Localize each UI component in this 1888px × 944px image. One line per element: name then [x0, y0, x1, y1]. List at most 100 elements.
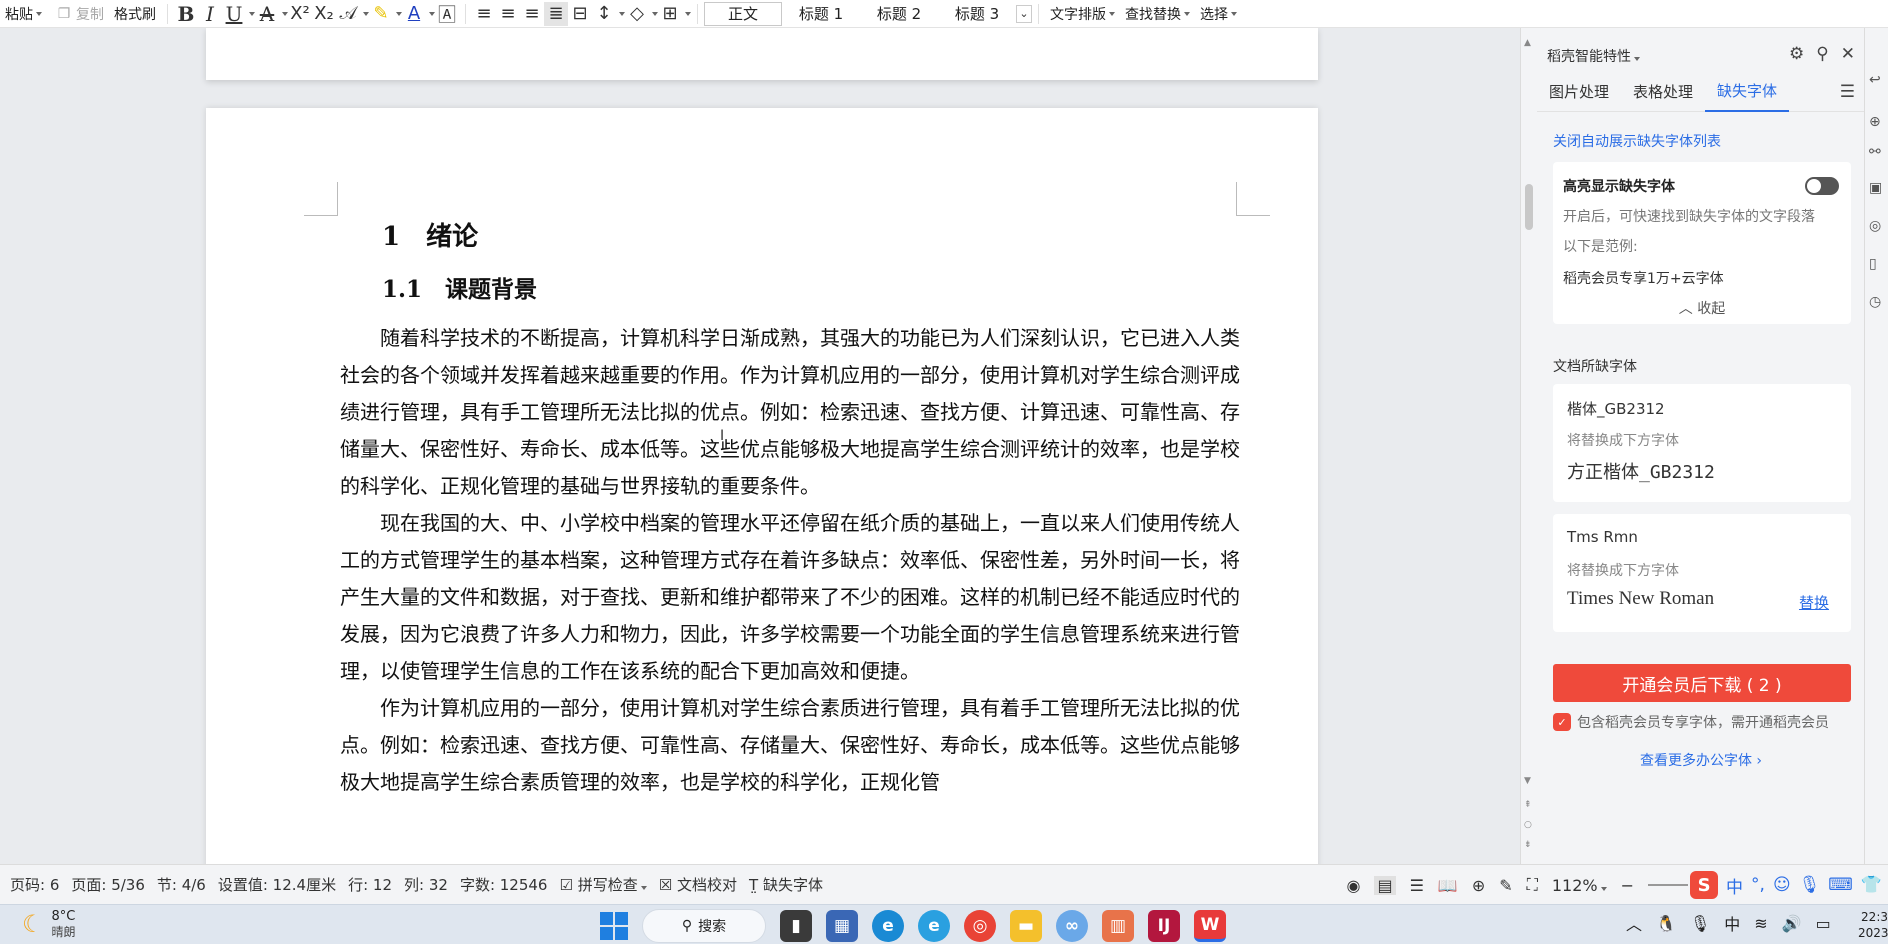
styles-more-icon[interactable]: ⌄	[1016, 4, 1032, 23]
heading-2[interactable]: 1.1 课题背景	[382, 270, 537, 304]
weather-widget[interactable]: ☾ 8°C 晴朗	[22, 909, 76, 939]
collapse-button[interactable]: ︿ 收起	[1553, 298, 1851, 318]
char-border-icon[interactable]: 🄰	[435, 2, 459, 26]
select-button[interactable]: 选择	[1195, 2, 1242, 26]
prev-page-icon[interactable]: ⇞	[1524, 800, 1532, 810]
edge-icon[interactable]: e	[872, 910, 904, 942]
file-explorer-icon[interactable]: ▬	[1010, 910, 1042, 942]
tab-missing-font[interactable]: 缺失字体	[1705, 72, 1790, 112]
punctuation-icon[interactable]: °,	[1751, 875, 1765, 895]
zoom-level[interactable]: 112%	[1552, 876, 1607, 895]
font-card[interactable]: Tms Rmn 将替换成下方字体 Times New Roman 替换	[1553, 514, 1851, 632]
spell-check-button[interactable]: ☑ 拼写检查	[553, 874, 652, 895]
style-normal[interactable]: 正文	[704, 1, 782, 26]
outline-view-icon[interactable]: ☰	[1410, 876, 1424, 895]
page-indicator[interactable]: 页面: 5/36	[65, 874, 151, 895]
chevron-down-icon[interactable]	[685, 11, 691, 16]
style-heading-2[interactable]: 标题 2	[860, 2, 938, 26]
tab-image-processing[interactable]: 图片处理	[1537, 72, 1621, 112]
select-browse-icon[interactable]: ○	[1524, 820, 1532, 830]
word-count[interactable]: 字数: 12546	[454, 874, 554, 895]
ime-tray-icon[interactable]: 中	[1724, 911, 1740, 935]
emoji-icon[interactable]: ☺	[1773, 875, 1791, 895]
ime-lang[interactable]: 中	[1726, 873, 1743, 898]
page-view-icon[interactable]: ▤	[1374, 875, 1396, 895]
wps-writer-icon[interactable]: W	[1194, 910, 1226, 942]
scroll-up-icon[interactable]: ▲	[1524, 38, 1531, 48]
zoom-out-icon[interactable]: −	[1621, 876, 1634, 895]
page-code[interactable]: 页码: 6	[0, 874, 65, 895]
tab-table-processing[interactable]: 表格处理	[1621, 72, 1705, 112]
paragraph[interactable]: 作为计算机应用的一部分，使用计算机对学生综合素质进行管理，具有着手工管理所无法比…	[340, 690, 1240, 801]
style-heading-1[interactable]: 标题 1	[782, 2, 860, 26]
font-card[interactable]: 楷体_GB2312 将替换成下方字体 方正楷体_GB2312	[1553, 384, 1851, 502]
mic-icon[interactable]: 🎙	[1690, 914, 1710, 933]
highlight-toggle[interactable]	[1805, 177, 1839, 195]
web-view-icon[interactable]: ⊕	[1472, 876, 1485, 895]
scrollbar-thumb[interactable]	[1525, 184, 1533, 230]
style-heading-3[interactable]: 标题 3	[938, 2, 1016, 26]
clock[interactable]: 22:3 2023/1	[1858, 909, 1888, 941]
windows-start-icon[interactable]	[600, 912, 628, 940]
next-page-icon[interactable]: ⇟	[1524, 840, 1532, 850]
keyboard-icon[interactable]: ⌨	[1828, 875, 1853, 895]
document-scrollbar[interactable]: ▲ ▼ ⇞ ○ ⇟	[1521, 38, 1535, 858]
align-left-icon[interactable]: ≡	[472, 2, 496, 26]
chrome-icon[interactable]: ◎	[964, 910, 996, 942]
paragraph[interactable]: 随着科学技术的不断提高，计算机科学日渐成熟，其强大的功能已为人们深刻认识，它已进…	[340, 320, 1240, 505]
control-panel-icon[interactable]: ▦	[826, 910, 858, 942]
eye-icon[interactable]: ◉	[1346, 876, 1360, 895]
rail-icon[interactable]: ◷	[1869, 294, 1881, 310]
missing-font-status-button[interactable]: T̤ 缺失字体	[743, 874, 829, 895]
distribute-icon[interactable]: ⊟	[568, 2, 592, 26]
subscript-icon[interactable]: X₂	[312, 2, 336, 26]
wifi-icon[interactable]: ≋	[1754, 914, 1767, 933]
mic-icon[interactable]: 🎙	[1799, 875, 1821, 895]
rail-icon[interactable]: ⚯	[1869, 144, 1881, 160]
find-replace-button[interactable]: 查找替换	[1120, 2, 1195, 26]
paragraph[interactable]: 现在我国的大、中、小学校中档案的管理水平还停留在纸介质的基础上，一直以来人们使用…	[340, 505, 1240, 690]
read-view-icon[interactable]: 📖	[1438, 876, 1458, 895]
chevron-up-icon[interactable]: ︿	[1626, 911, 1642, 935]
volume-icon[interactable]: 🔊	[1782, 914, 1802, 933]
text-layout-button[interactable]: 文字排版	[1045, 2, 1120, 26]
menu-icon[interactable]: ☰	[1840, 82, 1855, 102]
shading-icon[interactable]: ◇	[625, 2, 649, 26]
ie-icon[interactable]: e	[918, 910, 950, 942]
doc-proof-button[interactable]: ☒ 文档校对	[653, 874, 743, 895]
bold-icon[interactable]: B	[174, 2, 198, 26]
download-button[interactable]: 开通会员后下载 ( 2 )	[1553, 664, 1851, 702]
rail-icon[interactable]: ↩	[1869, 72, 1881, 88]
close-auto-list-link[interactable]: 关闭自动展示缺失字体列表	[1553, 131, 1721, 151]
ide-icon[interactable]: IJ	[1148, 910, 1180, 942]
document-page[interactable]: 1 绪论 1.1 课题背景 随着科学技术的不断提高，计算机科学日渐成熟，其强大的…	[206, 108, 1318, 864]
underline-icon[interactable]: U	[222, 2, 246, 26]
format-painter-button[interactable]: 格式刷	[109, 2, 161, 26]
text-effect-icon[interactable]: 𝒜	[336, 2, 360, 26]
highlight-icon[interactable]: ✎	[369, 2, 393, 26]
rail-icon[interactable]: ⊕	[1869, 114, 1881, 130]
font-color-icon[interactable]: A	[402, 2, 426, 26]
copy-button[interactable]: ❐ 复制	[47, 2, 109, 26]
strikethrough-icon[interactable]: A	[255, 2, 279, 26]
align-center-icon[interactable]: ≡	[496, 2, 520, 26]
document-body[interactable]: 随着科学技术的不断提高，计算机科学日渐成熟，其强大的功能已为人们深刻认识，它已进…	[340, 320, 1240, 801]
fit-page-icon[interactable]: ⛶	[1527, 875, 1538, 895]
row-indicator[interactable]: 行: 12	[342, 874, 398, 895]
pen-icon[interactable]: ✎	[1499, 876, 1512, 895]
document-area[interactable]: 1 绪论 1.1 课题背景 随着科学技术的不断提高，计算机科学日渐成熟，其强大的…	[0, 28, 1520, 864]
replace-link[interactable]: 替换	[1799, 592, 1829, 613]
col-indicator[interactable]: 列: 32	[398, 874, 454, 895]
more-fonts-link[interactable]: 查看更多办公字体 ›	[1537, 750, 1865, 770]
italic-icon[interactable]: I	[198, 2, 222, 26]
align-right-icon[interactable]: ≡	[520, 2, 544, 26]
sogou-logo[interactable]: S	[1690, 871, 1719, 899]
close-icon[interactable]: ✕	[1841, 44, 1855, 64]
rail-icon[interactable]: ◎	[1869, 218, 1881, 234]
battery-icon[interactable]: ▭	[1816, 914, 1831, 933]
taskbar-search[interactable]: ⚲ 搜索	[642, 909, 766, 943]
heading-1[interactable]: 1 绪论	[382, 216, 478, 253]
scroll-down-icon[interactable]: ▼	[1524, 776, 1531, 786]
panel-title[interactable]: 稻壳智能特性	[1547, 46, 1640, 66]
wps-pdf-icon[interactable]: ▥	[1102, 910, 1134, 942]
